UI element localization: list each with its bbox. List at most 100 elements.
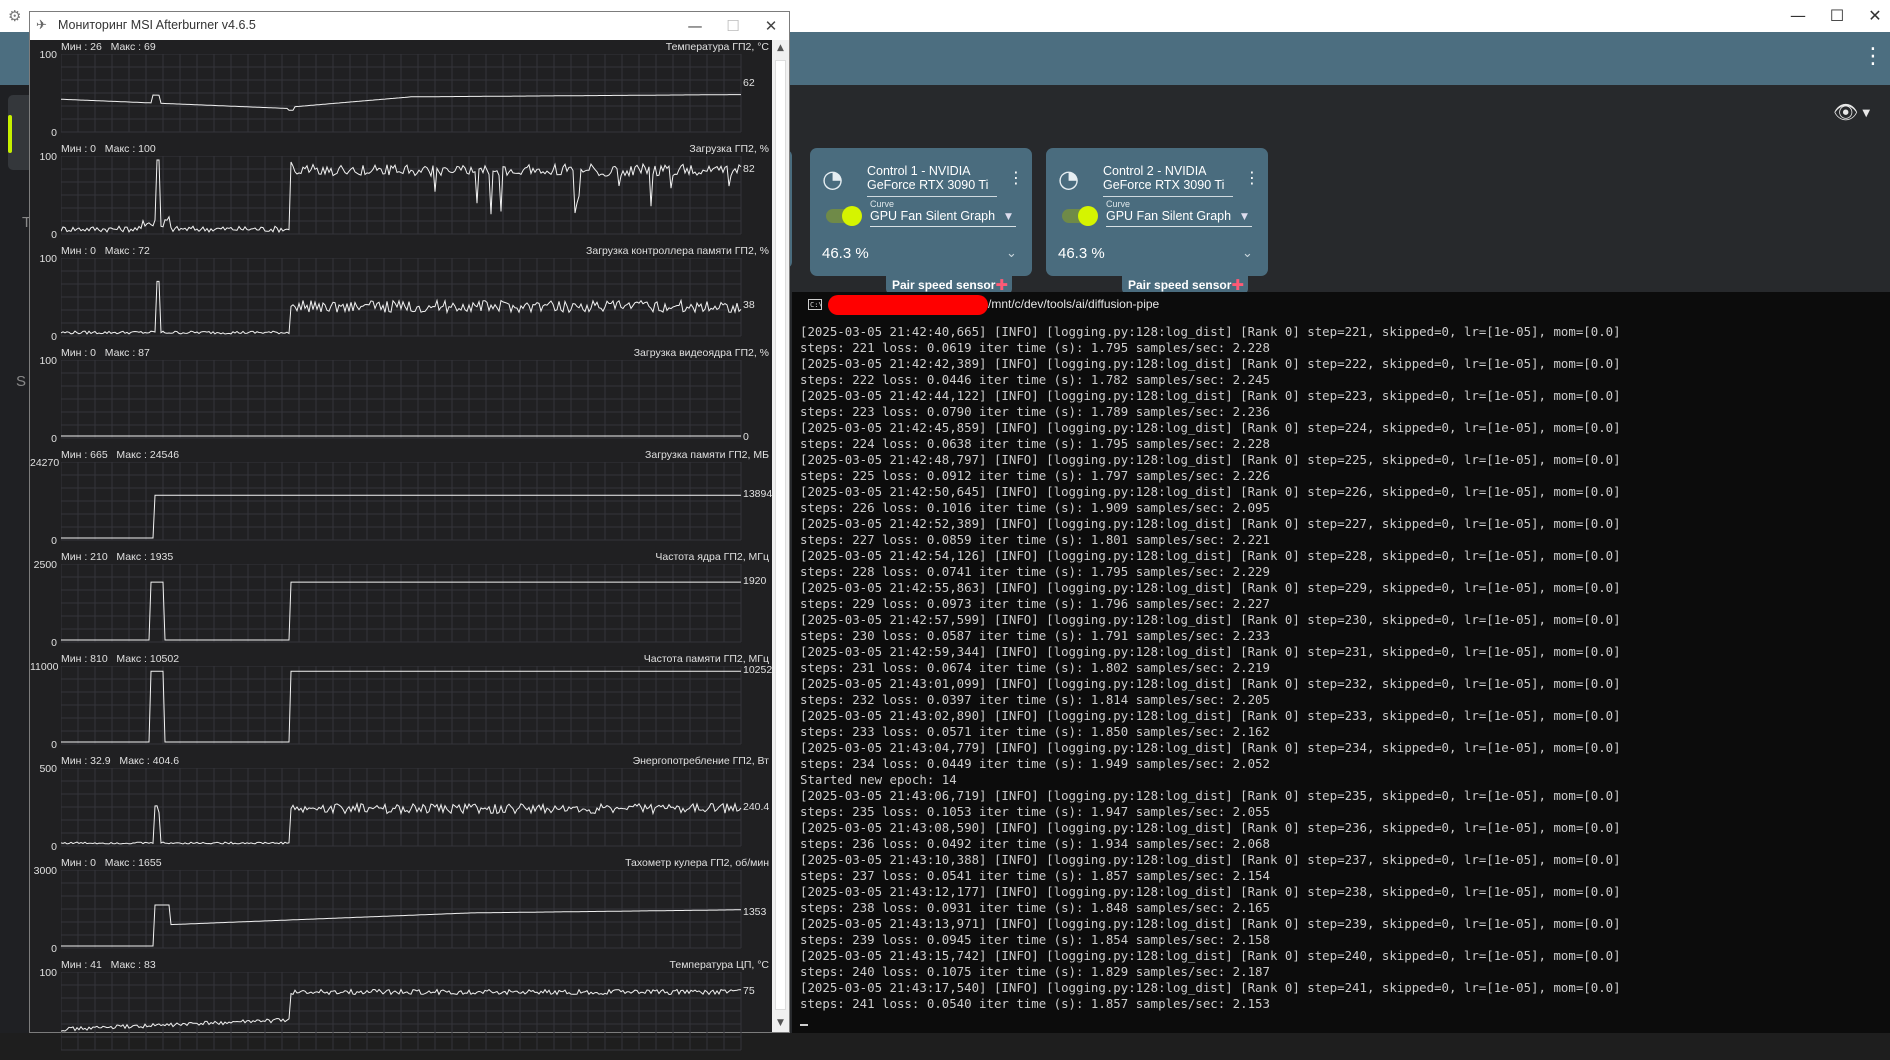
graph-y-max: 100 [39, 49, 57, 61]
graph-label: Энергопотребление ГП2, Вт [632, 755, 769, 767]
terminal-line: steps: 234 loss: 0.0449 iter time (s): 1… [800, 756, 1270, 771]
card-title: Control 2 - NVIDIA GeForce RTX 3090 Ti [1103, 164, 1225, 192]
graph-y-min: 0 [51, 535, 57, 547]
pair-button-label: Pair speed sensor [892, 278, 996, 292]
close-icon[interactable]: ✕ [756, 15, 786, 37]
terminal-line: [2025-03-05 21:43:02,890] [INFO] [loggin… [800, 708, 1621, 723]
vertical-scrollbar[interactable]: ▲ ▼ [772, 40, 789, 1032]
terminal-output[interactable]: [2025-03-05 21:42:40,665] [INFO] [loggin… [800, 324, 1885, 1012]
chevron-down-icon[interactable]: ▼ [1241, 212, 1248, 222]
terminal-line: steps: 226 loss: 0.1016 iter time (s): 1… [800, 500, 1270, 515]
fan-control-card[interactable]: ◔ Control 1 - NVIDIA GeForce RTX 3090 Ti… [810, 148, 1032, 276]
terminal-line: steps: 231 loss: 0.0674 iter time (s): 1… [800, 660, 1270, 675]
terminal-line: [2025-03-05 21:42:59,344] [INFO] [loggin… [800, 644, 1621, 659]
title-underline [867, 196, 997, 197]
graph-label: Частота ядра ГП2, МГц [655, 551, 769, 563]
enable-toggle[interactable] [1062, 206, 1098, 226]
minimize-icon[interactable]: — [680, 15, 710, 37]
curve-select[interactable]: GPU Fan Silent Graph [870, 209, 1020, 223]
visibility-eye-icon[interactable]: 👁 ▼ [1833, 100, 1879, 124]
terminal-line: steps: 224 loss: 0.0638 iter time (s): 1… [800, 436, 1270, 451]
card-menu-icon[interactable]: ⋮ [1008, 166, 1024, 190]
expand-chevron-icon[interactable]: ⌄ [1006, 246, 1017, 261]
expand-chevron-icon[interactable]: ⌄ [1242, 246, 1253, 261]
scroll-up-icon[interactable]: ▲ [772, 40, 789, 57]
scrollbar-thumb[interactable] [775, 60, 786, 1010]
enable-toggle[interactable] [826, 206, 862, 226]
terminal-line: steps: 227 loss: 0.0859 iter time (s): 1… [800, 532, 1270, 547]
graph-plot [61, 768, 742, 847]
terminal-line: steps: 230 loss: 0.0587 iter time (s): 1… [800, 628, 1270, 643]
graph-min-max: Мин : 0 Макс : 72 [61, 245, 150, 257]
graph-current-value: 240.4 [743, 801, 770, 814]
curve-label: Curve [1106, 199, 1131, 209]
curve-underline [1106, 226, 1252, 227]
terminal-line: [2025-03-05 21:43:01,099] [INFO] [loggin… [800, 676, 1621, 691]
terminal-line: steps: 236 loss: 0.0492 iter time (s): 1… [800, 836, 1270, 851]
terminal-line: [2025-03-05 21:42:52,389] [INFO] [loggin… [800, 516, 1621, 531]
terminal-line: steps: 222 loss: 0.0446 iter time (s): 1… [800, 372, 1270, 387]
card-menu-icon[interactable]: ⋮ [1244, 166, 1260, 190]
terminal-line: steps: 228 loss: 0.0741 iter time (s): 1… [800, 564, 1270, 579]
title-underline [1103, 196, 1233, 197]
graph-min-max: Мин : 32.9 Макс : 404.6 [61, 755, 180, 767]
pair-button-label: Pair speed sensor [1128, 278, 1232, 292]
terminal-line: [2025-03-05 21:43:13,971] [INFO] [loggin… [800, 916, 1621, 931]
fan-control-card[interactable]: ◔ Control 2 - NVIDIA GeForce RTX 3090 Ti… [1046, 148, 1268, 276]
app-gear-icon: ⚙ [8, 7, 22, 25]
graph-y-max: 100 [39, 151, 57, 163]
monitoring-graphs[interactable]: Мин : 26 Макс : 69 Температура ГП2, °C 100… [30, 40, 773, 1051]
afterburner-titlebar[interactable]: ✈ Мониторинг MSI Afterburner v4.6.5 — ☐ … [30, 12, 789, 40]
graph-panel: Мин : 0 Макс : 87 Загрузка видеоядра ГП2,… [30, 346, 772, 448]
terminal-tab[interactable]: C:\ /mnt/c/dev/tools/ai/diffusion-pipe [792, 292, 1890, 317]
terminal-line: [2025-03-05 21:43:08,590] [INFO] [loggin… [800, 820, 1621, 835]
more-options-icon[interactable]: ⋮ [1862, 42, 1884, 72]
graph-label: Частота памяти ГП2, МГц [643, 653, 769, 665]
graph-plot [61, 870, 742, 949]
terminal-window[interactable]: C:\ /mnt/c/dev/tools/ai/diffusion-pipe [… [792, 292, 1890, 1033]
terminal-line: steps: 239 loss: 0.0945 iter time (s): 1… [800, 932, 1270, 947]
graph-min-max: Мин : 665 Макс : 24546 [61, 449, 180, 461]
afterburner-monitor-window[interactable]: ✈ Мониторинг MSI Afterburner v4.6.5 — ☐ … [29, 11, 790, 1051]
terminal-line: steps: 225 loss: 0.0912 iter time (s): 1… [800, 468, 1270, 483]
graph-panel: Мин : 810 Макс : 10502 Частота памяти ГП2… [30, 652, 772, 754]
terminal-line: steps: 232 loss: 0.0397 iter time (s): 1… [800, 692, 1270, 707]
toggle-knob [842, 206, 862, 226]
terminal-line: [2025-03-05 21:42:54,126] [INFO] [loggin… [800, 548, 1621, 563]
gauge-icon: ◔ [1058, 165, 1079, 193]
graph-plot [61, 462, 742, 541]
graph-y-max: 100 [39, 253, 57, 265]
graph-label: Загрузка контроллера памяти ГП2, % [586, 245, 769, 257]
graph-label: Тахометр кулера ГП2, об/мин [625, 857, 769, 869]
scroll-down-icon[interactable]: ▼ [772, 1015, 789, 1032]
toggle-knob [1078, 206, 1098, 226]
close-icon[interactable]: ✕ [1852, 4, 1890, 28]
curve-underline [870, 226, 1016, 227]
graph-label: Загрузка видеоядра ГП2, % [633, 347, 769, 359]
terminal-cursor [800, 1024, 808, 1026]
graph-label: Загрузка ГП2, % [689, 143, 769, 155]
graph-y-min: 0 [51, 433, 57, 445]
graph-min-max: Мин : 0 Макс : 87 [61, 347, 150, 359]
graph-y-min: 0 [51, 739, 57, 751]
graph-y-min: 0 [51, 331, 57, 343]
graph-panel: Мин : 0 Макс : 1655 Тахометр кулера ГП2, … [30, 856, 772, 958]
graph-current-value: 13894 [743, 488, 773, 501]
graph-panel: Мин : 0 Макс : 72 Загрузка контроллера па… [30, 244, 772, 346]
terminal-line: [2025-03-05 21:42:40,665] [INFO] [loggin… [800, 324, 1621, 339]
terminal-line: steps: 240 loss: 0.1075 iter time (s): 1… [800, 964, 1270, 979]
curve-select[interactable]: GPU Fan Silent Graph [1106, 209, 1256, 223]
graph-label: Загрузка памяти ГП2, МБ [645, 449, 769, 461]
terminal-line: steps: 238 loss: 0.0931 iter time (s): 1… [800, 900, 1270, 915]
chevron-down-icon[interactable]: ▼ [1005, 212, 1012, 222]
graph-y-max: 11000 [30, 661, 59, 673]
curve-label: Curve [870, 199, 895, 209]
terminal-line: Started new epoch: 14 [800, 772, 957, 787]
terminal-line: steps: 241 loss: 0.0540 iter time (s): 1… [800, 996, 1270, 1011]
terminal-line: [2025-03-05 21:43:06,719] [INFO] [loggin… [800, 788, 1621, 803]
terminal-line: steps: 223 loss: 0.0790 iter time (s): 1… [800, 404, 1270, 419]
graph-panel: Мин : 41 Макс : 83 Температура ЦП, °C 100 7… [30, 958, 772, 1060]
graph-y-max: 100 [39, 355, 57, 367]
graph-y-min: 0 [51, 841, 57, 853]
window-title: Мониторинг MSI Afterburner v4.6.5 [58, 18, 256, 32]
